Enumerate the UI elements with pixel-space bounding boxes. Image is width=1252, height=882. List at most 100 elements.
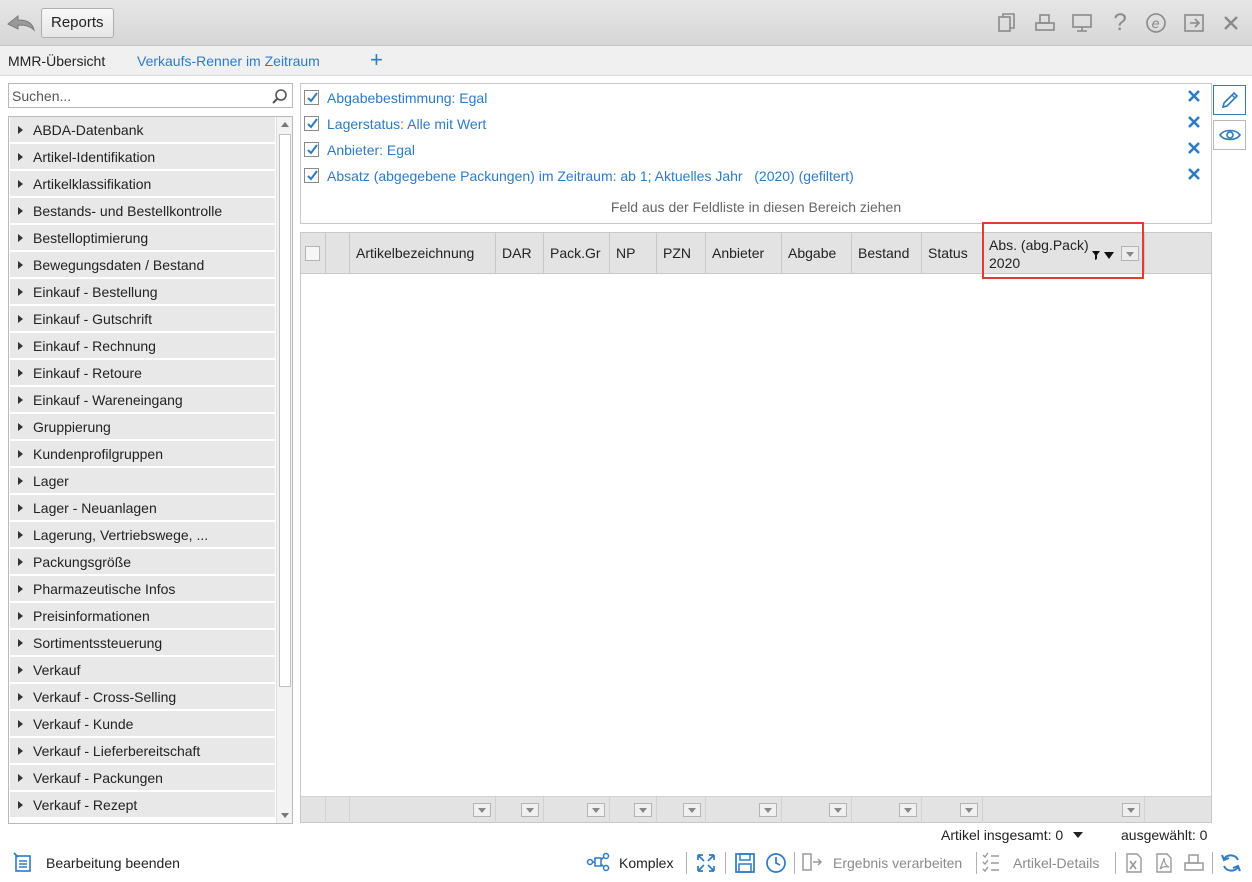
close-icon[interactable] — [1218, 11, 1244, 35]
tree-scrollbar[interactable] — [276, 117, 292, 823]
column-header[interactable]: Artikelbezeichnung — [350, 233, 496, 274]
expand-arrow-icon[interactable] — [18, 558, 23, 566]
expand-arrow-icon[interactable] — [18, 585, 23, 593]
tree-item[interactable]: Verkauf - Packungen — [10, 765, 275, 791]
tree-item[interactable]: Pharmazeutische Infos — [10, 576, 275, 602]
filter-checkbox[interactable] — [304, 142, 319, 157]
tree-item[interactable]: Einkauf - Gutschrift — [10, 306, 275, 332]
tree-item[interactable]: Verkauf - Kunde — [10, 711, 275, 737]
expand-icon[interactable] — [695, 851, 717, 875]
aggregate-dropdown-icon[interactable] — [1122, 803, 1140, 817]
aggregate-dropdown-icon[interactable] — [521, 803, 539, 817]
aggregate-dropdown-icon[interactable] — [587, 803, 605, 817]
scroll-thumb[interactable] — [279, 134, 291, 687]
tree-item[interactable]: Bewegungsdaten / Bestand — [10, 252, 275, 278]
expand-arrow-icon[interactable] — [18, 639, 23, 647]
tree-item[interactable]: Verkauf - Rezept — [10, 792, 275, 818]
finish-edit-button[interactable]: Bearbeitung beenden — [12, 851, 180, 875]
expand-arrow-icon[interactable] — [18, 720, 23, 728]
expand-arrow-icon[interactable] — [18, 315, 23, 323]
expand-arrow-icon[interactable] — [18, 450, 23, 458]
print-icon[interactable] — [1032, 11, 1058, 35]
add-tab-button[interactable]: + — [370, 48, 383, 72]
tree-item[interactable]: Kundenprofilgruppen — [10, 441, 275, 467]
column-header[interactable]: Abgabe — [782, 233, 852, 274]
article-details-button[interactable]: Artikel-Details — [981, 851, 1099, 875]
tree-item[interactable]: Artikel-Identifikation — [10, 144, 275, 170]
preview-eye-icon[interactable] — [1213, 120, 1246, 150]
print-icon[interactable] — [1183, 851, 1205, 875]
remove-filter-icon[interactable] — [1187, 89, 1201, 106]
expand-arrow-icon[interactable] — [18, 153, 23, 161]
complex-button[interactable]: Komplex — [586, 851, 673, 875]
back-icon[interactable] — [6, 9, 36, 37]
remove-filter-icon[interactable] — [1187, 167, 1201, 184]
copy-document-icon[interactable] — [994, 11, 1020, 35]
expand-arrow-icon[interactable] — [18, 342, 23, 350]
column-header[interactable]: Bestand — [852, 233, 922, 274]
column-header[interactable]: PZN — [657, 233, 706, 274]
scroll-up-icon[interactable] — [281, 122, 289, 127]
tab-top-sellers[interactable]: Verkaufs-Renner im Zeitraum — [137, 53, 320, 69]
expand-arrow-icon[interactable] — [18, 234, 23, 242]
reports-button[interactable]: Reports — [41, 8, 114, 38]
expand-arrow-icon[interactable] — [18, 369, 23, 377]
articles-total[interactable]: Artikel insgesamt: 0 — [941, 827, 1084, 843]
filter-checkbox[interactable] — [304, 116, 319, 131]
aggregate-dropdown-icon[interactable] — [759, 803, 777, 817]
aggregate-dropdown-icon[interactable] — [473, 803, 491, 817]
expand-arrow-icon[interactable] — [18, 126, 23, 134]
select-all-checkbox[interactable] — [301, 233, 326, 274]
expand-arrow-icon[interactable] — [18, 180, 23, 188]
excel-export-icon[interactable] — [1124, 851, 1144, 875]
tree-item[interactable]: Einkauf - Bestellung — [10, 279, 275, 305]
remove-filter-icon[interactable] — [1187, 141, 1201, 158]
tree-item[interactable]: Lager - Neuanlagen — [10, 495, 275, 521]
edit-pencil-icon[interactable] — [1213, 85, 1246, 115]
save-icon[interactable] — [734, 851, 756, 875]
tree-item[interactable]: Artikelklassifikation — [10, 171, 275, 197]
expand-arrow-icon[interactable] — [18, 396, 23, 404]
filter-text[interactable]: Anbieter: Egal — [327, 142, 415, 158]
column-header[interactable]: Status — [922, 233, 983, 274]
aggregate-dropdown-icon[interactable] — [960, 803, 978, 817]
splitter-handle[interactable] — [768, 224, 780, 236]
tree-item[interactable]: Preisinformationen — [10, 603, 275, 629]
scroll-down-icon[interactable] — [281, 813, 289, 818]
expand-arrow-icon[interactable] — [18, 747, 23, 755]
e-icon[interactable]: e — [1143, 11, 1169, 35]
tree-item[interactable]: ABDA-Datenbank — [10, 117, 275, 143]
tree-item[interactable]: Verkauf - Cross-Selling — [10, 684, 275, 710]
exit-icon[interactable] — [1181, 11, 1207, 35]
search-input[interactable]: Suchen... — [8, 83, 293, 108]
column-header[interactable]: Pack.Gr — [544, 233, 610, 274]
expand-arrow-icon[interactable] — [18, 666, 23, 674]
expand-arrow-icon[interactable] — [18, 288, 23, 296]
expand-arrow-icon[interactable] — [18, 207, 23, 215]
tab-mmr-overview[interactable]: MMR-Übersicht — [8, 53, 105, 69]
tree-item[interactable]: Lagerung, Vertriebswege, ... — [10, 522, 275, 548]
pdf-export-icon[interactable] — [1154, 851, 1174, 875]
chevron-down-icon[interactable] — [1073, 832, 1084, 838]
expand-arrow-icon[interactable] — [18, 531, 23, 539]
filter-checkbox[interactable] — [304, 90, 319, 105]
filter-checkbox[interactable] — [304, 168, 319, 183]
search-icon[interactable] — [271, 88, 288, 108]
tree-item[interactable]: Einkauf - Wareneingang — [10, 387, 275, 413]
tree-item[interactable]: Bestelloptimierung — [10, 225, 275, 251]
aggregate-dropdown-icon[interactable] — [634, 803, 652, 817]
filter-text[interactable]: Abgabebestimmung: Egal — [327, 90, 487, 106]
aggregate-dropdown-icon[interactable] — [899, 803, 917, 817]
expand-arrow-icon[interactable] — [18, 504, 23, 512]
expand-arrow-icon[interactable] — [18, 423, 23, 431]
expand-arrow-icon[interactable] — [18, 261, 23, 269]
refresh-icon[interactable] — [1219, 851, 1243, 875]
process-result-button[interactable]: Ergebnis verarbeiten — [801, 851, 962, 875]
monitor-icon[interactable] — [1069, 11, 1095, 35]
remove-filter-icon[interactable] — [1187, 115, 1201, 132]
expand-arrow-icon[interactable] — [18, 477, 23, 485]
column-header[interactable]: NP — [610, 233, 657, 274]
schedule-clock-icon[interactable] — [765, 851, 787, 875]
aggregate-dropdown-icon[interactable] — [683, 803, 701, 817]
expand-arrow-icon[interactable] — [18, 801, 23, 809]
